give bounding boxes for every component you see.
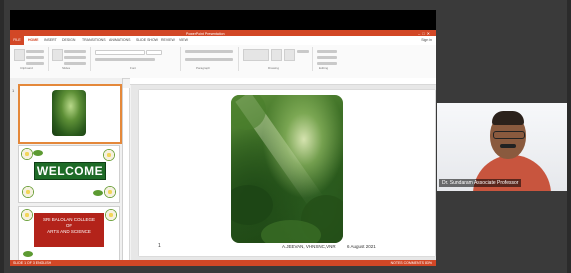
group-editing: Editing [314, 47, 344, 71]
ribbon: Clipboard Slides Font Paragraph Drawing [10, 45, 436, 79]
welcome-banner: WELCOME [34, 162, 106, 180]
quick-styles-button[interactable] [284, 49, 295, 61]
current-slide[interactable]: 1 A.JEEVAN, VHNSNC,VNR 6 August 2021 [139, 90, 435, 256]
college-line-3: ARTS AND SCIENCE [47, 229, 91, 234]
slide-thumbnail-pane: 1 WELCOME SRI BALOLAN COLLEGE OF ARTS AN… [10, 78, 123, 260]
shape-fill-button[interactable] [297, 50, 309, 53]
replace-button[interactable] [317, 56, 337, 59]
flower-icon [21, 209, 33, 221]
font-format-buttons[interactable] [95, 58, 155, 61]
horizontal-ruler [130, 78, 436, 85]
flower-icon [103, 149, 115, 161]
foliage-shape [261, 220, 321, 243]
thumbnail-slide-3[interactable]: SRI BALOLAN COLLEGE OF ARTS AND SCIENCE [18, 206, 120, 260]
mustache [500, 144, 516, 148]
group-clipboard: Clipboard [12, 47, 49, 71]
thumbnail-slide-1[interactable] [18, 84, 122, 144]
select-button[interactable] [317, 62, 337, 65]
group-label-clipboard: Clipboard [20, 66, 33, 70]
tab-review[interactable]: REVIEW [161, 38, 175, 42]
glasses-icon [493, 131, 525, 139]
leaf-icon [93, 190, 103, 196]
arrange-button[interactable] [271, 49, 282, 61]
section-button[interactable] [64, 62, 86, 65]
find-button[interactable] [317, 50, 337, 53]
participant-name-label: Dr. Sundaram Associate Professor [439, 179, 522, 187]
leaf-icon [33, 150, 43, 156]
tab-insert[interactable]: INSERT [44, 38, 57, 42]
group-label-paragraph: Paragraph [196, 66, 211, 70]
font-name-box[interactable] [95, 50, 145, 55]
participant-video[interactable]: Dr. Sundaram Associate Professor [437, 103, 567, 191]
status-bar: SLIDE 1 OF 3 ENGLISH NOTES COMMENTS 83% [10, 260, 436, 266]
cut-button[interactable] [26, 50, 44, 53]
tab-view[interactable]: VIEW [179, 38, 188, 42]
group-font: Font [92, 47, 181, 71]
group-label-slides: Slides [62, 66, 71, 70]
forest-thumbnail-image [52, 90, 86, 136]
list-buttons[interactable] [185, 50, 233, 53]
slide-date: 6 August 2021 [347, 244, 376, 249]
flower-icon [21, 148, 33, 160]
participant-hair [492, 111, 524, 125]
format-painter-button[interactable] [26, 62, 44, 65]
layout-button[interactable] [64, 50, 86, 53]
tab-animations[interactable]: ANIMATIONS [109, 38, 131, 42]
group-paragraph: Paragraph [182, 47, 239, 71]
status-slide-info: SLIDE 1 OF 3 ENGLISH [13, 261, 52, 265]
slide-footer: A.JEEVAN, VHNSNC,VNR [282, 244, 336, 249]
vertical-ruler [123, 88, 130, 260]
flower-icon [104, 186, 116, 198]
college-title-box: SRI BALOLAN COLLEGE OF ARTS AND SCIENCE [34, 213, 104, 247]
thumb-number: 1 [12, 88, 15, 93]
tab-design[interactable]: DESIGN [62, 38, 75, 42]
font-size-box[interactable] [146, 50, 162, 55]
group-slides: Slides [50, 47, 91, 71]
black-bar [10, 10, 436, 30]
copy-button[interactable] [26, 56, 44, 59]
forest-image[interactable] [231, 95, 343, 243]
foliage-shape [231, 185, 273, 225]
group-label-editing: Editing [319, 66, 329, 70]
slide-number: 1 [158, 243, 161, 249]
group-label-drawing: Drawing [268, 66, 280, 70]
tab-home[interactable]: HOME [28, 38, 39, 42]
tab-slide-show[interactable]: SLIDE SHOW [136, 38, 158, 42]
sign-in-link[interactable]: Sign in [421, 38, 432, 42]
group-drawing: Drawing [240, 47, 313, 71]
flower-icon [105, 209, 117, 221]
tab-file[interactable]: FILE [10, 36, 24, 45]
paste-button[interactable] [14, 49, 25, 61]
align-buttons[interactable] [185, 58, 233, 61]
leaf-icon [23, 251, 33, 257]
reset-button[interactable] [64, 56, 86, 59]
group-label-font: Font [130, 66, 137, 70]
thumbnail-slide-2[interactable]: WELCOME [18, 145, 120, 203]
new-slide-button[interactable] [52, 49, 63, 61]
shapes-gallery[interactable] [243, 49, 269, 61]
flower-icon [22, 186, 34, 198]
status-zoom-controls[interactable]: NOTES COMMENTS 83% [391, 260, 432, 266]
powerpoint-window: PowerPoint Presentation –□✕ FILE HOME IN… [10, 10, 436, 266]
tab-transitions[interactable]: TRANSITIONS [82, 38, 106, 42]
